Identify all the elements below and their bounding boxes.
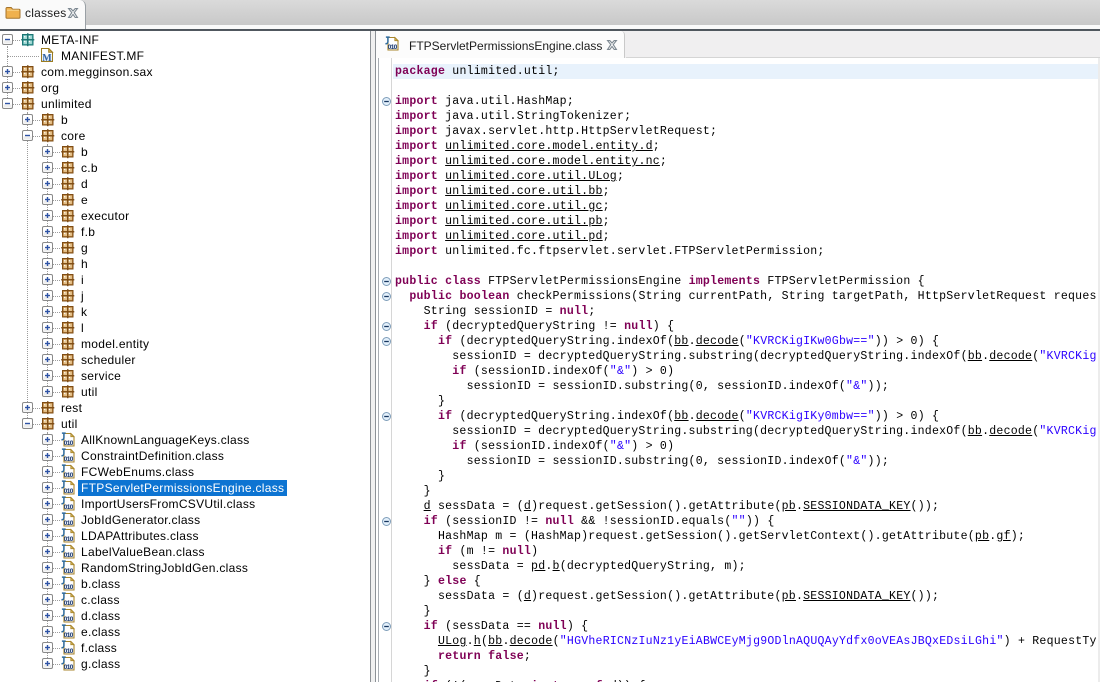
svg-text:010: 010 bbox=[64, 520, 74, 527]
svg-text:010: 010 bbox=[64, 648, 74, 655]
svg-text:010: 010 bbox=[64, 440, 74, 447]
svg-text:010: 010 bbox=[64, 600, 74, 607]
svg-text:010: 010 bbox=[64, 632, 74, 639]
svg-text:010: 010 bbox=[64, 568, 74, 575]
svg-text:010: 010 bbox=[64, 664, 74, 671]
svg-text:010: 010 bbox=[64, 584, 74, 591]
svg-text:010: 010 bbox=[64, 488, 74, 495]
svg-text:010: 010 bbox=[64, 536, 74, 543]
svg-text:010: 010 bbox=[64, 504, 74, 511]
svg-text:010: 010 bbox=[64, 472, 74, 479]
svg-text:010: 010 bbox=[64, 552, 74, 559]
svg-text:010: 010 bbox=[64, 616, 74, 623]
svg-text:010: 010 bbox=[388, 44, 398, 51]
svg-text:M: M bbox=[42, 53, 52, 64]
svg-text:010: 010 bbox=[64, 456, 74, 463]
